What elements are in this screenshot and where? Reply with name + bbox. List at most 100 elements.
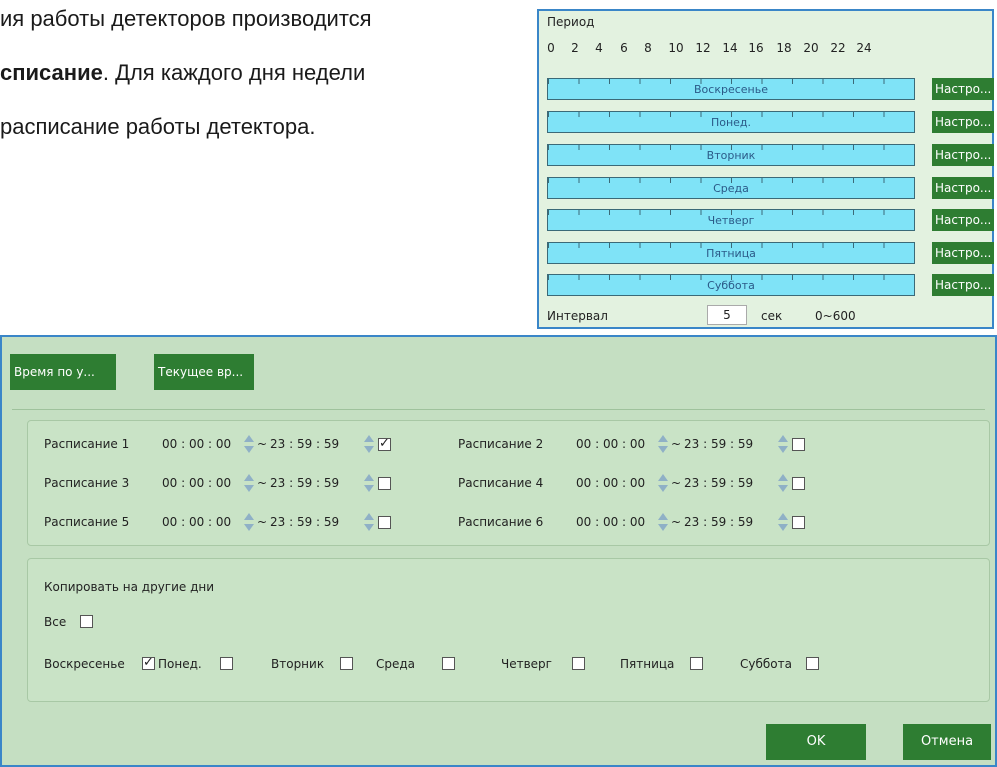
copy-group: Копировать на другие дни Все Воскресенье… — [27, 558, 990, 702]
day-timeline-bar[interactable]: Пятница — [547, 242, 915, 264]
period-tick: 18 — [776, 41, 792, 55]
period-tick: 12 — [695, 41, 711, 55]
schedule-separator: ~ — [671, 437, 682, 451]
schedule-end-time[interactable]: 23 : 59 : 59 — [684, 476, 753, 490]
doc-line-2: списание. Для каждого дня недели — [0, 60, 365, 86]
spinner-icon[interactable] — [656, 433, 670, 455]
schedule-enable-checkbox[interactable] — [792, 516, 805, 529]
period-tick: 2 — [571, 41, 579, 55]
spinner-icon[interactable] — [776, 433, 790, 455]
day-label: Понед. — [158, 657, 202, 671]
period-tick: 24 — [856, 41, 872, 55]
time-by-button[interactable]: Время по у... — [10, 354, 116, 390]
schedule-separator: ~ — [257, 476, 268, 490]
schedule-start-time[interactable]: 00 : 00 : 00 — [576, 476, 645, 490]
day-checkbox[interactable] — [340, 657, 353, 670]
day-settings-button[interactable]: Настро... — [932, 144, 994, 166]
day-settings-button[interactable]: Настро... — [932, 111, 994, 133]
day-timeline-bar[interactable]: Понед. — [547, 111, 915, 133]
spinner-icon[interactable] — [656, 472, 670, 494]
spinner-icon[interactable] — [242, 472, 256, 494]
schedule-enable-checkbox[interactable] — [378, 477, 391, 490]
day-label: Суббота — [740, 657, 792, 671]
day-timeline-bar[interactable]: Воскресенье — [547, 78, 915, 100]
day-checkbox[interactable] — [690, 657, 703, 670]
ok-button[interactable]: OK — [766, 724, 866, 760]
schedule-start-time[interactable]: 00 : 00 : 00 — [162, 515, 231, 529]
doc-line-3: расписание работы детектора. — [0, 114, 316, 139]
schedules-group: Расписание 1 00 : 00 : 00 ~ 23 : 59 : 59… — [27, 420, 990, 546]
day-label: Вторник — [706, 149, 756, 162]
interval-input[interactable]: 5 — [707, 305, 747, 325]
day-label: Четверг — [707, 214, 755, 227]
cancel-button[interactable]: Отмена — [903, 724, 991, 760]
schedule-enable-checkbox[interactable] — [378, 436, 391, 451]
day-checkbox[interactable] — [142, 655, 155, 670]
spinner-icon[interactable] — [776, 472, 790, 494]
schedule-separator: ~ — [671, 515, 682, 529]
spinner-icon[interactable] — [242, 511, 256, 533]
spinner-icon[interactable] — [242, 433, 256, 455]
schedule-separator: ~ — [671, 476, 682, 490]
schedule-end-time[interactable]: 23 : 59 : 59 — [270, 515, 339, 529]
schedule-dialog: Время по у... Текущее вр... Расписание 1… — [0, 335, 997, 767]
spinner-icon[interactable] — [362, 472, 376, 494]
day-settings-button[interactable]: Настро... — [932, 177, 994, 199]
schedule-enable-checkbox[interactable] — [378, 516, 391, 529]
spinner-icon[interactable] — [362, 511, 376, 533]
day-label: Среда — [376, 657, 416, 671]
period-tick: 4 — [595, 41, 603, 55]
period-panel: Период 0 2 4 6 8 10 12 14 16 18 20 22 24… — [537, 9, 994, 329]
day-settings-button[interactable]: Настро... — [932, 209, 994, 231]
day-settings-button[interactable]: Настро... — [932, 78, 994, 100]
day-label: Среда — [713, 182, 749, 195]
day-timeline-bar[interactable]: Суббота — [547, 274, 915, 296]
day-checkbox[interactable] — [442, 657, 455, 670]
schedule-end-time[interactable]: 23 : 59 : 59 — [684, 437, 753, 451]
schedule-enable-checkbox[interactable] — [792, 438, 805, 451]
schedule-enable-checkbox[interactable] — [792, 477, 805, 490]
day-settings-button[interactable]: Настро... — [932, 274, 994, 296]
day-checkbox[interactable] — [220, 657, 233, 670]
schedule-start-time[interactable]: 00 : 00 : 00 — [576, 437, 645, 451]
period-tick: 8 — [644, 41, 652, 55]
schedule-label: Расписание 3 — [44, 476, 130, 490]
current-time-button[interactable]: Текущее вр... — [154, 354, 254, 390]
spinner-icon[interactable] — [776, 511, 790, 533]
schedule-label: Расписание 1 — [44, 437, 130, 451]
period-tick: 20 — [803, 41, 819, 55]
interval-label: Интервал — [547, 309, 608, 323]
spinner-icon[interactable] — [362, 433, 376, 455]
day-timeline-bar[interactable]: Четверг — [547, 209, 915, 231]
day-label: Суббота — [707, 279, 755, 292]
doc-line-2-rest: . Для каждого дня недели — [102, 60, 366, 85]
day-label: Пятница — [706, 247, 756, 260]
copy-title: Копировать на другие дни — [44, 580, 215, 594]
day-label: Вторник — [271, 657, 325, 671]
schedule-separator: ~ — [257, 515, 268, 529]
doc-bold-word: списание — [0, 60, 103, 85]
schedule-end-time[interactable]: 23 : 59 : 59 — [270, 476, 339, 490]
day-checkbox[interactable] — [806, 657, 819, 670]
day-checkbox[interactable] — [572, 657, 585, 670]
all-checkbox[interactable] — [80, 615, 93, 628]
interval-range: 0~600 — [815, 309, 856, 323]
schedule-label: Расписание 4 — [458, 476, 544, 490]
period-tick: 10 — [668, 41, 684, 55]
period-tick: 6 — [620, 41, 628, 55]
schedule-end-time[interactable]: 23 : 59 : 59 — [684, 515, 753, 529]
schedule-label: Расписание 2 — [458, 437, 544, 451]
schedule-end-time[interactable]: 23 : 59 : 59 — [270, 437, 339, 451]
schedule-separator: ~ — [257, 437, 268, 451]
day-timeline-bar[interactable]: Среда — [547, 177, 915, 199]
day-label: Понед. — [710, 116, 752, 129]
schedule-start-time[interactable]: 00 : 00 : 00 — [162, 437, 231, 451]
period-tick: 22 — [830, 41, 846, 55]
day-timeline-bar[interactable]: Вторник — [547, 144, 915, 166]
schedule-start-time[interactable]: 00 : 00 : 00 — [162, 476, 231, 490]
spinner-icon[interactable] — [656, 511, 670, 533]
period-tick: 0 — [547, 41, 555, 55]
day-settings-button[interactable]: Настро... — [932, 242, 994, 264]
interval-unit: сек — [761, 309, 783, 323]
schedule-start-time[interactable]: 00 : 00 : 00 — [576, 515, 645, 529]
